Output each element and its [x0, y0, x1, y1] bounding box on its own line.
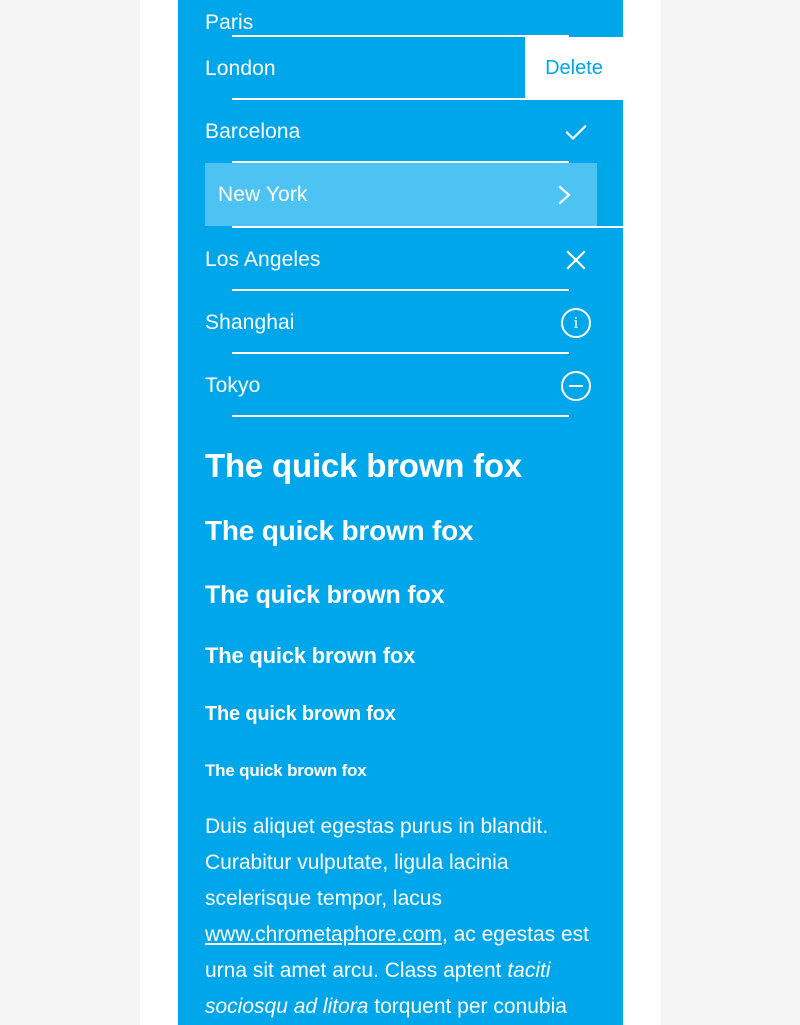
- list-item-label: London: [205, 58, 525, 79]
- type-specimen-h2: The quick brown fox: [205, 517, 596, 545]
- info-circle-icon[interactable]: i: [556, 303, 596, 343]
- info-glyph: i: [574, 314, 579, 331]
- delete-button[interactable]: Delete: [525, 37, 623, 100]
- list-item-label: Los Angeles: [205, 249, 556, 270]
- city-list: Paris London Delete Barcelona: [178, 0, 623, 417]
- left-gutter: [140, 0, 178, 1025]
- type-specimen-h5: The quick brown fox: [205, 704, 596, 724]
- paragraph-text-part-1: Duis aliquet egestas purus in blandit. C…: [205, 815, 548, 910]
- paragraph-link[interactable]: www.chrometaphore.com: [205, 923, 442, 946]
- type-specimen-list: The quick brown fox The quick brown fox …: [178, 417, 623, 779]
- row-divider: [232, 415, 569, 417]
- minus-glyph: [569, 385, 583, 387]
- right-gutter: [623, 0, 661, 1025]
- list-item-paris[interactable]: Paris: [205, 0, 596, 37]
- list-item-new-york[interactable]: New York: [205, 163, 597, 226]
- list-item-label: New York: [218, 184, 544, 205]
- list-item-shanghai[interactable]: Shanghai i: [205, 291, 596, 354]
- minus-circle-outline: [561, 371, 591, 401]
- type-specimen-h3: The quick brown fox: [205, 583, 596, 608]
- check-icon[interactable]: [556, 112, 596, 152]
- type-specimen-h4: The quick brown fox: [205, 645, 596, 667]
- list-item-label: Tokyo: [205, 375, 556, 396]
- blue-panel: Paris London Delete Barcelona: [178, 0, 623, 1025]
- list-item-barcelona[interactable]: Barcelona: [205, 100, 596, 163]
- type-specimen-h6: The quick brown fox: [205, 762, 596, 779]
- list-item-label: Barcelona: [205, 121, 556, 142]
- list-item-tokyo[interactable]: Tokyo: [205, 354, 596, 417]
- list-item-label: Paris: [205, 12, 596, 33]
- info-circle-outline: i: [561, 308, 591, 338]
- page-root: Paris London Delete Barcelona: [0, 0, 800, 1025]
- minus-circle-icon[interactable]: [556, 366, 596, 406]
- body-paragraph: Duis aliquet egestas purus in blandit. C…: [205, 809, 596, 1025]
- list-item-london[interactable]: London Delete: [205, 37, 623, 100]
- type-specimen-h1: The quick brown fox: [205, 449, 596, 482]
- chevron-right-icon[interactable]: [544, 175, 584, 215]
- list-item-los-angeles[interactable]: Los Angeles: [205, 228, 596, 291]
- list-item-label: Shanghai: [205, 312, 556, 333]
- close-icon[interactable]: [556, 240, 596, 280]
